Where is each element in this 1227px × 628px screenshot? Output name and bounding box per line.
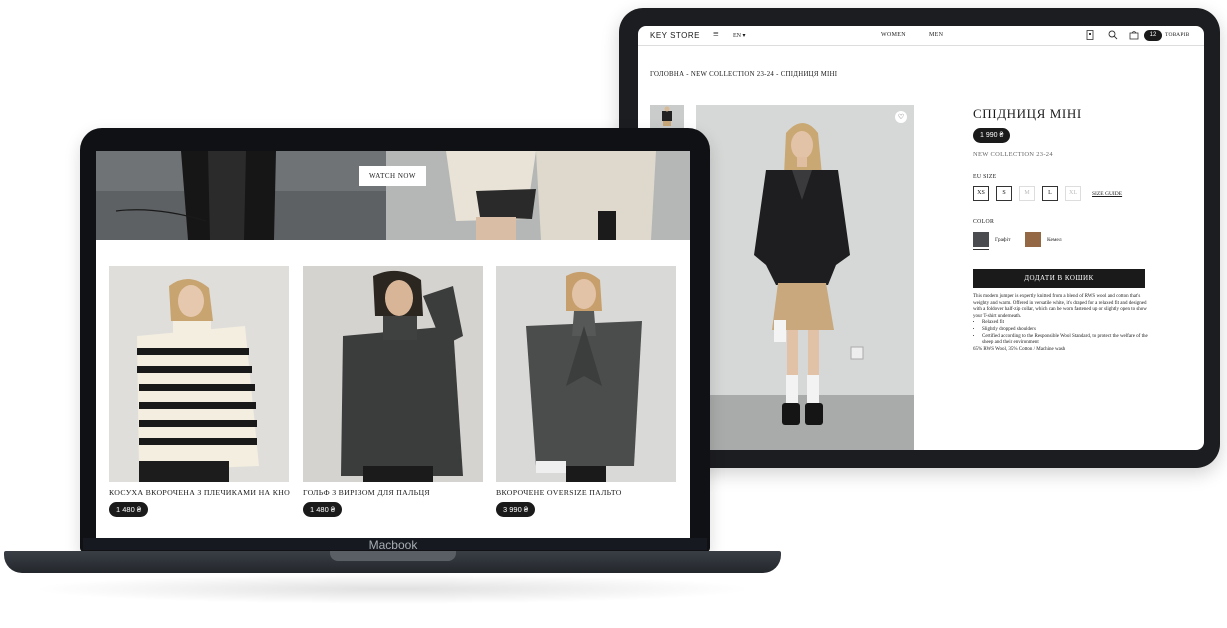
color-label: COLOR: [973, 219, 995, 225]
bag-icon[interactable]: [1129, 30, 1139, 42]
tablet-screen: KEY STORE ≡ EN ▾ WOMEN MEN 12 ТОВАРІВ ГО…: [638, 26, 1204, 450]
color-name-camel[interactable]: Кемел: [1047, 237, 1062, 243]
heart-icon[interactable]: ♡: [895, 111, 907, 123]
size-option-s[interactable]: S: [996, 186, 1012, 201]
cart-label[interactable]: ТОВАРІВ: [1165, 32, 1190, 38]
laptop-shadow: [30, 574, 755, 604]
product-description: This modern jumper is expertly knitted f…: [973, 294, 1149, 353]
feature-list: Relaxed fit Slightly dropped shoulders C…: [982, 320, 1149, 346]
product-card-image[interactable]: [496, 266, 676, 482]
feature-item: Relaxed fit: [982, 320, 1149, 327]
product-main-image[interactable]: [696, 105, 914, 450]
video-banner[interactable]: [96, 151, 690, 240]
nav-women[interactable]: WOMEN: [881, 32, 906, 38]
menu-icon[interactable]: ≡: [713, 29, 719, 40]
size-option-l[interactable]: L: [1042, 186, 1058, 201]
color-swatch-graphite[interactable]: [973, 232, 989, 247]
product-card-image[interactable]: [109, 266, 289, 482]
selected-color-indicator: [973, 249, 989, 250]
watch-now-button[interactable]: WATCH NOW: [359, 166, 426, 186]
size-guide-link[interactable]: SIZE GUIDE: [1092, 191, 1122, 197]
product-card-price: 1 480 ₴: [109, 502, 149, 517]
laptop-screen: WATCH NOW КОСУХА ВКОРОЧЕНА З ПЛЕЧИКАМИ Н…: [96, 151, 690, 541]
color-name-graphite[interactable]: Графіт: [995, 237, 1011, 243]
composition-text: 65% RWS Wool, 35% Cotton / Machine wash: [973, 346, 1066, 352]
product-title: СПІДНИЦЯ МІНІ: [973, 106, 1082, 121]
size-label: EU SIZE: [973, 174, 997, 180]
description-text: This modern jumper is expertly knitted f…: [973, 294, 1147, 319]
store-header: KEY STORE ≡ EN ▾ WOMEN MEN 12 ТОВАРІВ: [638, 26, 1204, 46]
laptop-hinge-notch: [330, 551, 456, 561]
store-logo[interactable]: KEY STORE: [650, 31, 700, 40]
search-icon[interactable]: [1108, 30, 1118, 42]
product-thumbnail[interactable]: [650, 105, 684, 129]
size-option-xl[interactable]: XL: [1065, 186, 1081, 201]
product-card-name[interactable]: ГОЛЬФ З ВИРІЗОМ ДЛЯ ПАЛЬЦЯ: [303, 488, 430, 497]
language-selector[interactable]: EN ▾: [733, 32, 746, 39]
feature-item: Certified according to the Responsible W…: [982, 334, 1149, 347]
product-card-name[interactable]: ВКОРОЧЕНЕ OVERSIZE ПАЛЬТО: [496, 488, 622, 497]
cart-count-badge[interactable]: 12: [1144, 30, 1162, 41]
user-icon[interactable]: [1086, 30, 1094, 42]
nav-men[interactable]: MEN: [929, 32, 943, 38]
size-option-xs[interactable]: XS: [973, 186, 989, 201]
color-swatch-camel[interactable]: [1025, 232, 1041, 247]
breadcrumb[interactable]: ГОЛОВНА - NEW COLLECTION 23-24 - СПІДНИЦ…: [650, 71, 837, 78]
size-option-m[interactable]: M: [1019, 186, 1035, 201]
product-collection[interactable]: NEW COLLECTION 23-24: [973, 151, 1053, 158]
product-card-image[interactable]: [303, 266, 483, 482]
add-to-cart-button[interactable]: ДОДАТИ В КОШИК: [973, 269, 1145, 288]
product-price: 1 990 ₴: [973, 128, 1011, 143]
product-card-name[interactable]: КОСУХА ВКОРОЧЕНА З ПЛЕЧИКАМИ НА КНО: [109, 488, 290, 497]
product-card-price: 1 480 ₴: [303, 502, 343, 517]
feature-item: Slightly dropped shoulders: [982, 327, 1149, 334]
laptop-label: Macbook: [368, 538, 418, 552]
product-card-price: 3 990 ₴: [496, 502, 536, 517]
